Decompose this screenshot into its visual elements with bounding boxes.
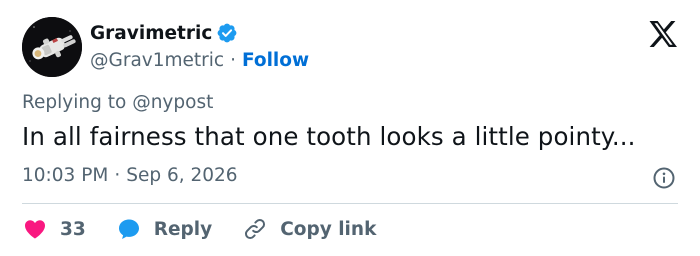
replying-to: Replying to @nypost: [22, 92, 213, 113]
tweet-time: 10:03 PM: [22, 165, 109, 186]
author-name-row: Gravimetric: [90, 20, 238, 46]
verified-badge-icon: [216, 22, 238, 44]
like-count: 33: [60, 218, 86, 240]
tweet-card: Gravimetric @Grav1metric · Follow Replyi…: [0, 0, 700, 256]
replying-mention[interactable]: @nypost: [132, 92, 213, 113]
copy-link-label: Copy link: [280, 218, 377, 240]
tweet-text: In all fairness that one tooth looks a l…: [22, 122, 636, 151]
like-button[interactable]: 33: [22, 216, 86, 242]
reply-button[interactable]: Reply: [116, 216, 212, 242]
author-handle[interactable]: @Grav1metric: [90, 50, 224, 71]
tweet-date: Sep 6, 2026: [126, 165, 238, 186]
link-icon: [242, 216, 268, 242]
heart-icon: [22, 216, 48, 242]
author-display-name[interactable]: Gravimetric: [90, 23, 212, 44]
separator-dot: ·: [114, 165, 121, 186]
author-avatar[interactable]: [22, 17, 82, 77]
astronaut-icon: [22, 17, 82, 77]
tweet-timestamp[interactable]: 10:03 PM · Sep 6, 2026: [22, 165, 238, 186]
divider: [22, 203, 678, 204]
x-logo-icon[interactable]: [648, 20, 678, 48]
info-icon[interactable]: [652, 166, 676, 190]
follow-button[interactable]: Follow: [242, 50, 309, 71]
action-bar: 33 Reply Copy link: [22, 213, 376, 245]
reply-label: Reply: [153, 218, 213, 240]
author-handle-row: @Grav1metric · Follow: [90, 47, 309, 73]
separator-dot: ·: [230, 49, 236, 71]
replying-prefix: Replying to: [22, 92, 127, 113]
reply-bubble-icon: [116, 216, 142, 242]
copy-link-button[interactable]: Copy link: [242, 216, 376, 242]
